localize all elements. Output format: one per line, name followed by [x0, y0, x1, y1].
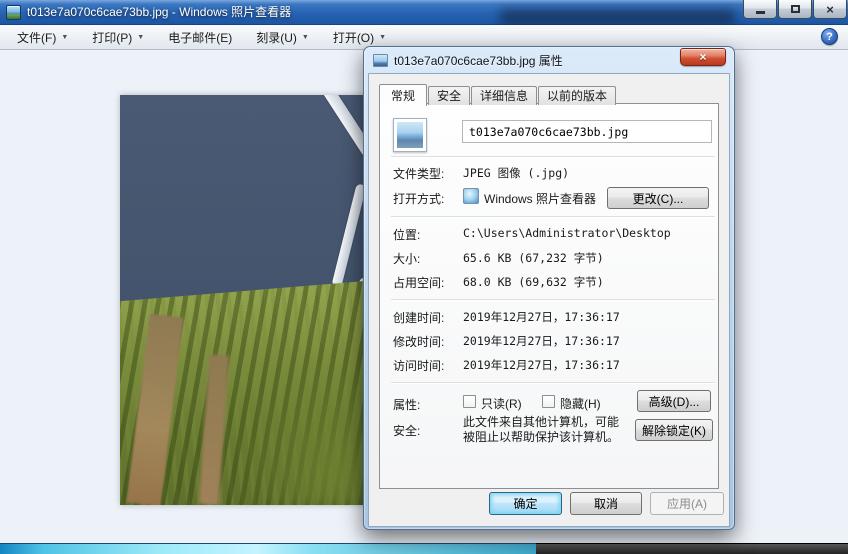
maximize-icon — [791, 5, 800, 13]
photo-viewer-window: t013e7a070c6cae73bb.jpg - Windows 照片查看器 … — [0, 0, 848, 554]
size-on-disk-label: 占用空间: — [393, 274, 444, 291]
photo-viewer-app-icon — [463, 188, 479, 204]
divider — [391, 216, 715, 218]
properties-dialog: t013e7a070c6cae73bb.jpg 属性 × 常规 安全 详细信息 … — [363, 46, 735, 530]
tab-details[interactable]: 详细信息 — [471, 86, 537, 105]
taskbar-fragment — [536, 543, 848, 554]
menu-burn[interactable]: 刻录(U) ▼ — [249, 26, 316, 49]
menu-file-label: 文件(F) — [17, 29, 56, 46]
foreground-blur — [226, 355, 366, 505]
accessed-value: 2019年12月27日，17:36:17 — [463, 357, 620, 373]
modified-value: 2019年12月27日，17:36:17 — [463, 333, 620, 349]
change-button[interactable]: 更改(C)... — [607, 187, 709, 209]
menu-burn-label: 刻录(U) — [256, 29, 297, 46]
file-type-label: 文件类型: — [393, 165, 444, 182]
chevron-down-icon: ▼ — [61, 34, 68, 41]
accessed-label: 访问时间: — [393, 357, 444, 374]
readonly-checkbox[interactable] — [463, 395, 476, 408]
photo-viewer-icon — [6, 5, 21, 20]
tab-security[interactable]: 安全 — [428, 86, 470, 105]
divider — [391, 156, 715, 158]
photo-wind-turbine-vineyard — [120, 95, 366, 505]
cancel-button[interactable]: 取消 — [570, 492, 642, 515]
close-icon: × — [826, 3, 834, 16]
security-line2: 被阻止以帮助保护该计算机。 — [463, 430, 619, 445]
window-title: t013e7a070c6cae73bb.jpg - Windows 照片查看器 — [27, 0, 291, 25]
dialog-close-button[interactable]: × — [680, 48, 726, 66]
advanced-button[interactable]: 高级(D)... — [637, 390, 711, 412]
readonly-label: 只读(R) — [481, 395, 522, 412]
file-thumbnail-icon — [393, 118, 427, 152]
tab-previous-versions[interactable]: 以前的版本 — [538, 86, 616, 105]
location-value: C:\Users\Administrator\Desktop — [463, 226, 671, 240]
turbine-blade — [317, 95, 366, 183]
divider — [391, 382, 715, 384]
chevron-down-icon: ▼ — [302, 34, 309, 41]
hidden-label: 隐藏(H) — [560, 395, 601, 412]
size-on-disk-value: 68.0 KB (69,632 字节) — [463, 274, 604, 290]
tab-strip: 常规 安全 详细信息 以前的版本 — [379, 81, 617, 105]
hidden-checkbox[interactable] — [542, 395, 555, 408]
soil-path — [127, 314, 184, 505]
apply-button: 应用(A) — [650, 492, 724, 515]
glass-glow-strip — [0, 543, 536, 554]
window-controls: × — [742, 0, 847, 19]
minimize-button[interactable] — [743, 0, 777, 19]
chevron-down-icon: ▼ — [379, 34, 386, 41]
close-icon: × — [699, 50, 706, 64]
attributes-label: 属性: — [393, 396, 420, 413]
security-warning-text: 此文件来自其他计算机，可能 被阻止以帮助保护该计算机。 — [463, 415, 619, 445]
menu-open-label: 打开(O) — [333, 29, 374, 46]
created-label: 创建时间: — [393, 309, 444, 326]
ok-button[interactable]: 确定 — [489, 492, 562, 515]
close-button[interactable]: × — [813, 0, 847, 19]
modified-label: 修改时间: — [393, 333, 444, 350]
window-bottom-edge — [0, 543, 848, 554]
security-line1: 此文件来自其他计算机，可能 — [463, 415, 619, 430]
minimize-icon — [756, 11, 765, 14]
soil-path — [199, 354, 229, 505]
thumbnail-image — [397, 122, 423, 148]
viewer-titlebar: t013e7a070c6cae73bb.jpg - Windows 照片查看器 … — [0, 0, 848, 25]
divider — [391, 299, 715, 301]
menu-email[interactable]: 电子邮件(E) — [161, 26, 239, 49]
file-type-value: JPEG 图像 (.jpg) — [463, 165, 569, 181]
help-icon[interactable]: ? — [821, 28, 838, 45]
open-with-label: 打开方式: — [393, 190, 444, 207]
open-with-value: Windows 照片查看器 — [484, 190, 596, 207]
menu-file[interactable]: 文件(F) ▼ — [10, 26, 75, 49]
maximize-button[interactable] — [778, 0, 812, 19]
filename-input[interactable] — [462, 120, 712, 143]
chevron-down-icon: ▼ — [137, 34, 144, 41]
general-tab-page: 文件类型: JPEG 图像 (.jpg) 打开方式: Windows 照片查看器… — [379, 103, 719, 489]
dialog-titlebar: t013e7a070c6cae73bb.jpg 属性 × — [364, 47, 734, 73]
menu-email-label: 电子邮件(E) — [168, 29, 232, 46]
tab-general[interactable]: 常规 — [379, 84, 427, 106]
created-value: 2019年12月27日，17:36:17 — [463, 309, 620, 325]
vineyard-rows — [120, 281, 366, 505]
image-file-icon — [373, 54, 388, 67]
location-label: 位置: — [393, 226, 420, 243]
menu-print-label: 打印(P) — [92, 29, 132, 46]
unblock-button[interactable]: 解除锁定(K) — [635, 419, 713, 441]
turbine-blade — [331, 183, 366, 287]
security-label: 安全: — [393, 422, 420, 439]
size-value: 65.6 KB (67,232 字节) — [463, 250, 604, 266]
menu-print[interactable]: 打印(P) ▼ — [85, 26, 151, 49]
titlebar-reflection — [500, 9, 735, 25]
size-label: 大小: — [393, 250, 420, 267]
dialog-title: t013e7a070c6cae73bb.jpg 属性 — [394, 52, 563, 69]
dialog-body: 常规 安全 详细信息 以前的版本 文件类型: JPEG 图像 (.jpg) 打开… — [368, 73, 730, 527]
